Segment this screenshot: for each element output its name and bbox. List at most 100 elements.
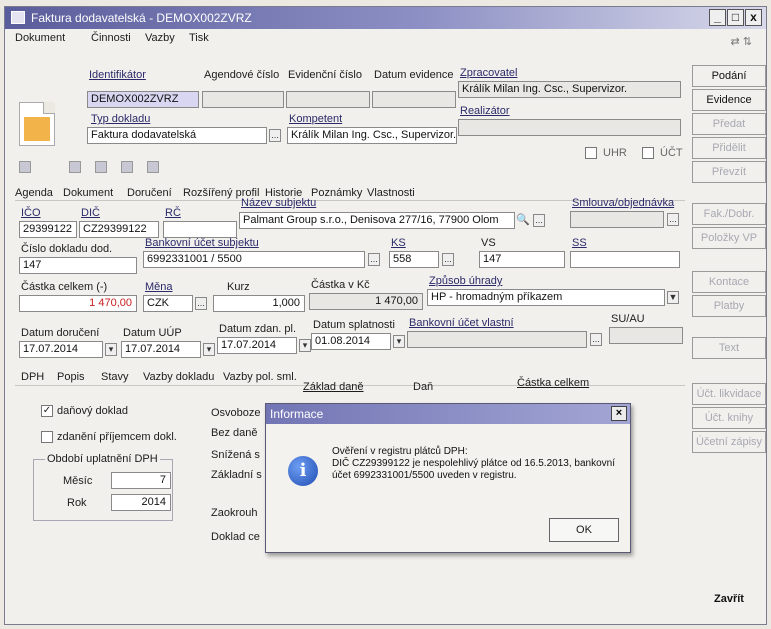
tab-dokument[interactable]: Dokument <box>63 187 113 199</box>
polozky-vp-button[interactable]: Položky VP <box>692 227 766 249</box>
new-icon[interactable] <box>69 161 81 173</box>
smlouva-label: Smlouva/objednávka <box>572 197 675 209</box>
document-icon <box>19 102 55 146</box>
fak-dobr-button[interactable]: Fak./Dobr. <box>692 203 766 225</box>
menu-tisk[interactable]: Tisk <box>189 32 209 44</box>
text-button[interactable]: Text <box>692 337 766 359</box>
kurz-field[interactable]: 1,000 <box>213 295 305 312</box>
subtab-popis[interactable]: Popis <box>57 371 85 383</box>
danovy-doklad-checkbox[interactable]: ✓ <box>41 405 53 417</box>
ss-field[interactable] <box>570 251 680 268</box>
castka-kc-label: Částka v Kč <box>311 279 370 291</box>
dic-field[interactable]: CZ29399122 <box>79 221 159 238</box>
castka-celkem-field[interactable]: 1 470,00 <box>19 295 137 312</box>
search-icon[interactable]: 🔍 <box>516 213 530 226</box>
datum-doruceni-label: Datum doručení <box>21 327 100 339</box>
ico-field[interactable]: 29399122 <box>19 221 77 238</box>
prevzit-button[interactable]: Převzít <box>692 161 766 183</box>
zpracovatel-field[interactable]: Králík Milan Ing. Csc., Supervizor. <box>458 81 681 98</box>
menu-dokument[interactable]: Dokument <box>15 32 65 44</box>
uct-knihy-button[interactable]: Účt. knihy <box>692 407 766 429</box>
rc-label: RČ <box>165 207 181 219</box>
typ-dokladu-field[interactable]: Faktura dodavatelská <box>87 127 267 144</box>
zdaneni-prijemcem-checkbox[interactable] <box>41 431 53 443</box>
cislo-dokladu-field[interactable]: 147 <box>19 257 137 274</box>
mena-field[interactable]: CZK <box>143 295 193 312</box>
realizator-field[interactable] <box>458 119 681 136</box>
dialog-ok-button[interactable]: OK <box>549 518 619 542</box>
datum-uup-calendar-icon[interactable]: ▾ <box>203 343 215 356</box>
minimize-button[interactable]: _ <box>709 9 726 26</box>
datum-evidence-field[interactable] <box>372 91 456 108</box>
rc-field[interactable] <box>163 221 237 238</box>
typ-dokladu-picker-icon[interactable]: ... <box>269 129 281 142</box>
tab-poznamky[interactable]: Poznámky <box>311 187 362 199</box>
subtab-dph[interactable]: DPH <box>21 371 44 383</box>
ico-label: IČO <box>21 207 41 219</box>
ks-picker-icon[interactable]: ... <box>442 253 454 266</box>
menu-cinnosti[interactable]: Činnosti <box>91 32 131 44</box>
zavrit-button[interactable]: Zavřít <box>692 589 766 611</box>
castka-kc-field[interactable]: 1 470,00 <box>309 293 423 310</box>
uct-likvidace-button[interactable]: Účt. likvidace <box>692 383 766 405</box>
mena-picker-icon[interactable]: ... <box>195 297 207 310</box>
smlouva-field[interactable] <box>570 211 664 228</box>
kompetent-field[interactable]: Králík Milan Ing. Csc., Supervizor. <box>287 127 457 144</box>
identifikator-field[interactable]: DEMOX002ZVRZ <box>87 91 199 108</box>
agendove-cislo-field[interactable] <box>202 91 284 108</box>
zpusob-uhrady-select[interactable]: HP - hromadným příkazem <box>427 289 665 306</box>
maximize-button[interactable]: □ <box>727 9 744 26</box>
danovy-doklad-label: daňový doklad <box>57 405 128 417</box>
smlouva-picker-icon[interactable]: ... <box>667 213 679 226</box>
datum-zdan-label: Datum zdan. pl. <box>219 323 297 335</box>
datum-splatnosti-calendar-icon[interactable]: ▾ <box>393 335 405 348</box>
platby-button[interactable]: Platby <box>692 295 766 317</box>
close-button[interactable]: x <box>745 9 762 26</box>
tab-vlastnosti[interactable]: Vlastnosti <box>367 187 415 199</box>
vs-field[interactable]: 147 <box>479 251 565 268</box>
subtab-stavy[interactable]: Stavy <box>101 371 129 383</box>
obdobi-groupbox <box>33 459 173 521</box>
bankovni-ucet-field[interactable]: 6992331001 / 5500 <box>143 251 365 268</box>
edit-icon[interactable] <box>19 161 31 173</box>
uct-checkbox[interactable] <box>642 147 654 159</box>
subtab-vazby-pol-sml[interactable]: Vazby pol. sml. <box>223 371 297 383</box>
datum-splatnosti-field[interactable]: 01.08.2014 <box>311 333 391 350</box>
mesic-field[interactable]: 7 <box>111 472 171 489</box>
paste-icon[interactable] <box>121 161 133 173</box>
menu-vazby[interactable]: Vazby <box>145 32 175 44</box>
predat-button[interactable]: Předat <box>692 113 766 135</box>
app-icon <box>11 11 25 24</box>
rok-field[interactable]: 2014 <box>111 494 171 511</box>
zpusob-uhrady-chevron-icon[interactable]: ▼ <box>667 291 679 304</box>
evidence-button[interactable]: Evidence <box>692 89 766 111</box>
tab-agenda[interactable]: Agenda <box>15 187 53 199</box>
toolbar-pin-icon[interactable]: ⇄ ⇅ <box>731 35 753 48</box>
nazev-subjektu-field[interactable]: Palmant Group s.r.o., Denisova 277/16, 7… <box>239 212 515 229</box>
evidencni-cislo-field[interactable] <box>286 91 370 108</box>
row-snizena-sazba: Snížená s <box>211 449 260 461</box>
datum-zdan-calendar-icon[interactable]: ▾ <box>299 339 311 352</box>
podani-button[interactable]: Podání <box>692 65 766 87</box>
datum-zdan-field[interactable]: 17.07.2014 <box>217 337 297 354</box>
nazev-subjektu-label: Název subjektu <box>241 197 317 209</box>
bankovni-ucet-vlastni-picker-icon[interactable]: ... <box>590 333 602 346</box>
bankovni-ucet-picker-icon[interactable]: ... <box>368 253 380 266</box>
copy-icon[interactable] <box>95 161 107 173</box>
datum-uup-field[interactable]: 17.07.2014 <box>121 341 201 358</box>
kontace-button[interactable]: Kontace <box>692 271 766 293</box>
subtab-vazby-dokladu[interactable]: Vazby dokladu <box>143 371 214 383</box>
delete-icon[interactable] <box>147 161 159 173</box>
pridelit-button[interactable]: Přidělit <box>692 137 766 159</box>
bankovni-ucet-vlastni-field[interactable] <box>407 331 587 348</box>
ucetni-zapisy-button[interactable]: Účetní zápisy <box>692 431 766 453</box>
tab-doruceni[interactable]: Doručení <box>127 187 172 199</box>
su-au-field[interactable] <box>609 327 683 344</box>
dialog-close-button[interactable]: × <box>611 406 627 421</box>
nazev-picker-icon[interactable]: ... <box>533 214 545 227</box>
datum-doruceni-field[interactable]: 17.07.2014 <box>19 341 103 358</box>
datum-doruceni-calendar-icon[interactable]: ▾ <box>105 343 117 356</box>
uhr-checkbox[interactable] <box>585 147 597 159</box>
obdobi-label: Období uplatnění DPH <box>45 453 160 465</box>
ks-field[interactable]: 558 <box>389 251 439 268</box>
